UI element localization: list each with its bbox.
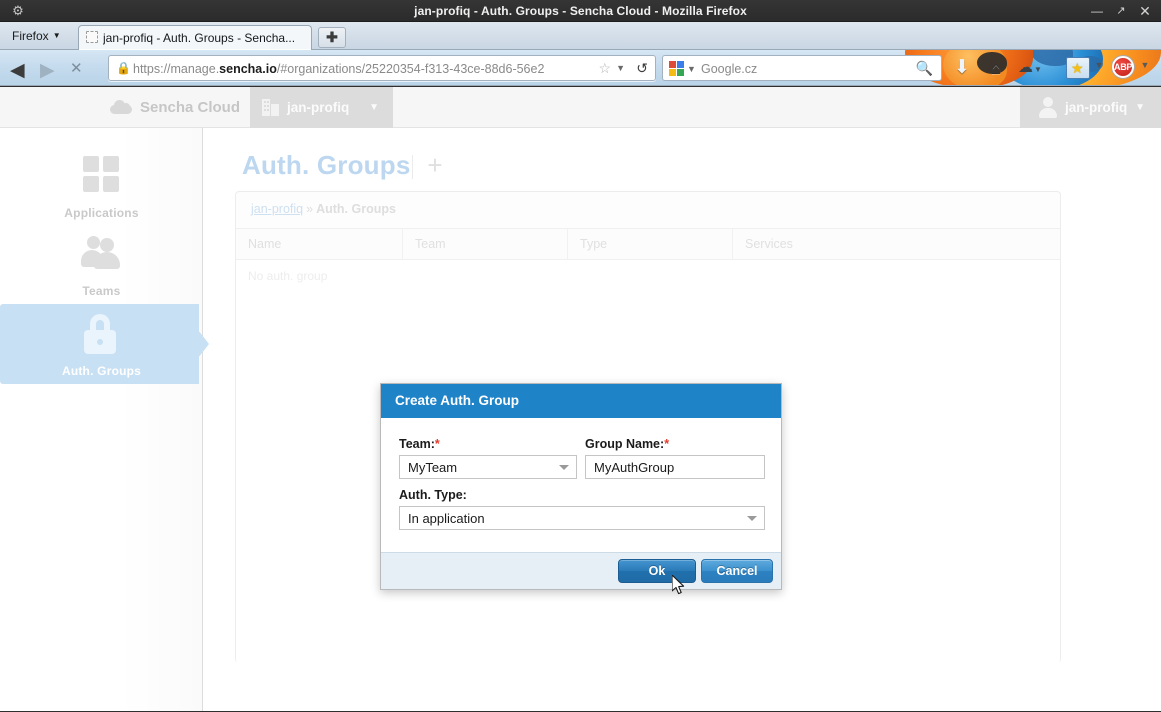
group-name-value: MyAuthGroup (594, 460, 675, 475)
browser-tab[interactable]: jan-profiq - Auth. Groups - Sencha... (78, 25, 312, 50)
auth-type-field-label: Auth. Type: (399, 488, 467, 502)
new-tab-button[interactable]: ✚ (318, 27, 346, 48)
google-logo-icon (669, 61, 684, 76)
adblock-plus-icon[interactable]: ABP (1112, 56, 1134, 78)
brand-label[interactable]: Sencha Cloud (140, 87, 240, 128)
chevron-down-icon: ▼ (52, 31, 61, 40)
maximize-button[interactable]: ↗ (1109, 0, 1133, 22)
page-title: Auth. Groups (242, 150, 411, 180)
sidebar-item-label: Applications (64, 206, 139, 220)
search-icon[interactable]: 🔍 (916, 60, 933, 77)
mouse-cursor (672, 575, 685, 595)
forward-icon[interactable]: ▶ (40, 59, 55, 82)
chevron-down-icon: ▼ (369, 102, 379, 113)
app-header: Sencha Cloud jan-profiq ▼ jan-profiq ▼ (0, 87, 1161, 128)
chevron-down-icon: ▼ (1135, 102, 1145, 113)
user-menu[interactable]: jan-profiq ▼ (1020, 87, 1161, 128)
favicon-icon (86, 31, 98, 43)
window-title: jan-profiq - Auth. Groups - Sencha Cloud… (414, 4, 747, 18)
group-name-input[interactable]: MyAuthGroup (585, 455, 765, 479)
home-icon[interactable]: ⌂ (984, 56, 1008, 80)
web-page: Sencha Cloud jan-profiq ▼ jan-profiq ▼ A… (0, 87, 1161, 711)
sidebar-item-label: Teams (82, 284, 121, 298)
user-label: jan-profiq (1065, 100, 1128, 115)
chevron-down-icon[interactable]: ▼ (687, 64, 696, 74)
column-header-type[interactable]: Type (567, 229, 732, 260)
reload-icon[interactable]: ↺ (636, 60, 648, 77)
firefox-menu-button[interactable]: Firefox ▼ (6, 26, 67, 47)
chevron-down-icon[interactable]: ▼ (616, 63, 625, 73)
team-select-value: MyTeam (408, 460, 458, 475)
group-name-label-text: Group Name: (585, 437, 665, 451)
lock-icon: 🔒 (116, 61, 131, 75)
dialog-footer: Ok Cancel (381, 552, 781, 589)
url-path: /#organizations/25220354-f313-43ce-88d6-… (276, 62, 545, 76)
team-label-text: Team: (399, 437, 435, 451)
auth-type-select-value: In application (408, 511, 485, 526)
avatar-icon (1039, 97, 1057, 118)
sidebar-item-label: Auth. Groups (61, 364, 142, 378)
create-auth-group-dialog: Create Auth. Group Team:* MyTeam Group N… (380, 383, 782, 590)
building-icon (262, 99, 279, 116)
tab-title: jan-profiq - Auth. Groups - Sencha... (103, 31, 296, 45)
chevron-down-icon[interactable]: ▼ (1140, 60, 1150, 84)
close-button[interactable]: ✕ (1133, 0, 1157, 22)
auth-type-label-text: Auth. Type: (399, 488, 467, 502)
sidebar-item-applications[interactable]: Applications (0, 150, 203, 224)
download-icon[interactable]: ⬇ (950, 56, 974, 80)
firefox-window: ⚙ jan-profiq - Auth. Groups - Sencha Clo… (0, 0, 1161, 712)
group-name-field-label: Group Name:* (585, 437, 669, 451)
divider (412, 155, 413, 179)
chevron-down-icon (559, 465, 569, 470)
stop-icon[interactable]: ✕ (70, 59, 83, 77)
breadcrumb-link-org[interactable]: jan-profiq (251, 202, 303, 216)
back-icon[interactable]: ◀ (10, 59, 25, 82)
bookmark-star-icon[interactable]: ☆ (598, 60, 611, 77)
chevron-down-icon: ▼ (1034, 65, 1042, 74)
sync-icon[interactable]: ☁▼ (1018, 56, 1042, 80)
window-title-bar: ⚙ jan-profiq - Auth. Groups - Sencha Clo… (0, 0, 1161, 22)
firefox-menu-label: Firefox (12, 29, 49, 43)
people-icon (80, 236, 123, 270)
search-input[interactable]: Google.cz (701, 56, 757, 82)
sidebar: Applications Teams Auth. Groups (0, 128, 209, 711)
chevron-down-icon[interactable]: ▼ (1094, 60, 1104, 84)
url-domain: sencha.io (219, 62, 277, 76)
sync-glyph: ☁ (1018, 59, 1034, 76)
star-glyph: ★ (1071, 60, 1084, 76)
minimize-button[interactable]: — (1085, 0, 1109, 22)
url-scheme: https://manage. (133, 62, 220, 76)
column-header-name[interactable]: Name (236, 229, 402, 260)
dialog-title: Create Auth. Group (381, 384, 781, 418)
tab-strip: Firefox ▼ jan-profiq - Auth. Groups - Sen… (0, 22, 1161, 50)
breadcrumb-current: Auth. Groups (316, 202, 396, 216)
grid-header: Name Team Type Services (236, 229, 1060, 260)
team-field-label: Team:* (399, 437, 440, 451)
dialog-body: Team:* MyTeam Group Name:* MyAuthGroup A… (381, 418, 781, 552)
bookmarks-toolbar-icon[interactable]: ★ (1066, 57, 1090, 79)
grid-icon (82, 156, 121, 194)
grid-empty-text: No auth. group (248, 269, 328, 283)
lock-icon (83, 314, 117, 354)
organization-label: jan-profiq (287, 100, 350, 115)
auth-type-select[interactable]: In application (399, 506, 765, 530)
add-auth-group-button[interactable]: + (422, 152, 448, 178)
cancel-button[interactable]: Cancel (701, 559, 773, 583)
chevron-down-icon (747, 516, 757, 521)
column-header-services[interactable]: Services (732, 229, 1060, 260)
url-text: https://manage.sencha.io/#organizations/… (133, 56, 544, 82)
breadcrumb-separator: » (306, 202, 314, 216)
required-marker: * (664, 437, 670, 451)
required-marker: * (434, 437, 440, 451)
search-bar[interactable]: ▼ Google.cz 🔍 (662, 55, 942, 81)
column-header-team[interactable]: Team (402, 229, 567, 260)
url-bar[interactable]: 🔒 https://manage.sencha.io/#organization… (108, 55, 656, 81)
cloud-icon (110, 100, 132, 114)
organization-tab[interactable]: jan-profiq ▼ (250, 87, 393, 128)
team-select[interactable]: MyTeam (399, 455, 577, 479)
breadcrumb: jan-profiq» Auth. Groups (236, 192, 1060, 227)
sidebar-item-auth-groups[interactable]: Auth. Groups (0, 304, 209, 384)
sidebar-item-teams[interactable]: Teams (0, 228, 203, 302)
